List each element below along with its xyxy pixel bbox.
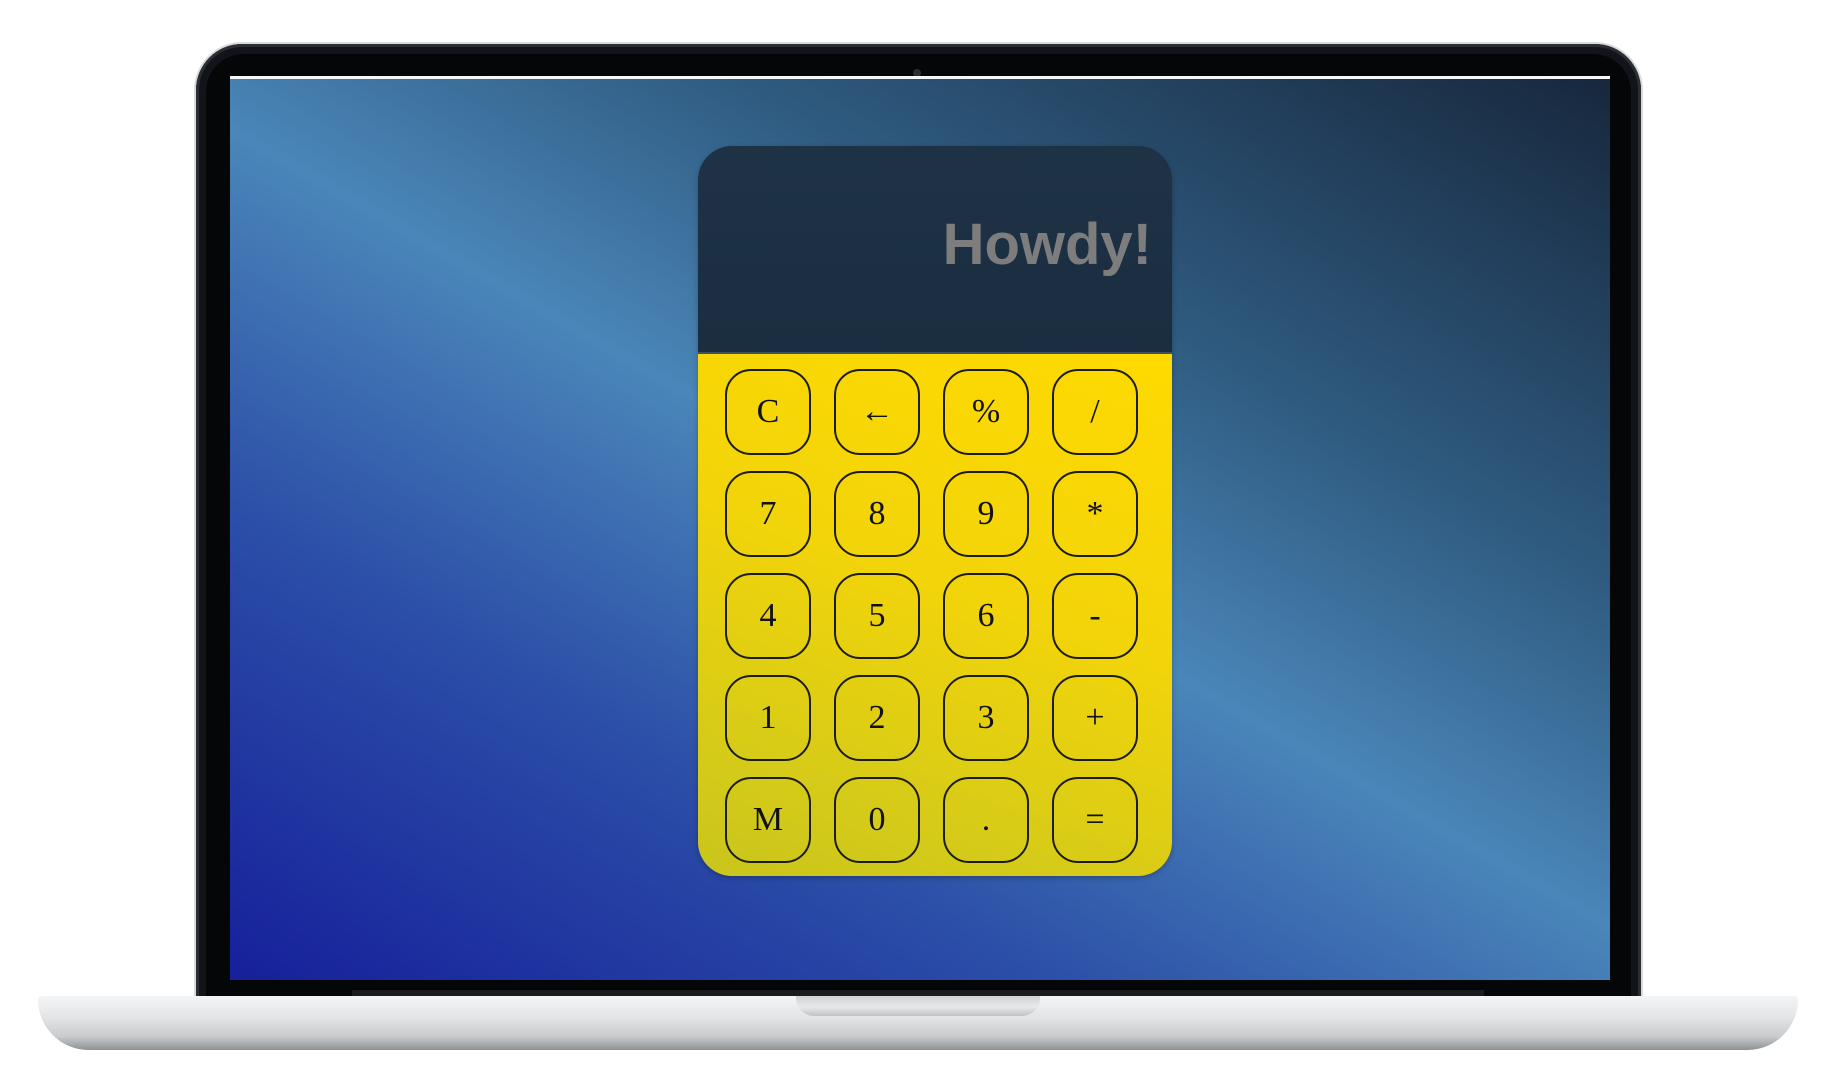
digit-5-button[interactable]: 5 bbox=[834, 573, 920, 659]
calculator-keypad: C ←% / 7 8 9 * 4 5 6- 1 2 3 + M 0. = bbox=[698, 354, 1172, 876]
keypad-grid: C ←% / 7 8 9 * 4 5 6- 1 2 3 + M 0. = bbox=[725, 369, 1138, 863]
calculator-display: Howdy! bbox=[698, 146, 1172, 354]
equals-button[interactable]: = bbox=[1052, 777, 1138, 863]
laptop-opening-notch bbox=[796, 996, 1040, 1016]
subtract-button[interactable]: - bbox=[1052, 573, 1138, 659]
percent-button[interactable]: % bbox=[943, 369, 1029, 455]
digit-3-button[interactable]: 3 bbox=[943, 675, 1029, 761]
display-text: Howdy! bbox=[942, 212, 1152, 277]
memory-button[interactable]: M bbox=[725, 777, 811, 863]
divide-button[interactable]: / bbox=[1052, 369, 1138, 455]
digit-1-button[interactable]: 1 bbox=[725, 675, 811, 761]
digit-6-button[interactable]: 6 bbox=[943, 573, 1029, 659]
multiply-button[interactable]: * bbox=[1052, 471, 1138, 557]
backspace-button[interactable]: ← bbox=[834, 369, 920, 455]
add-button[interactable]: + bbox=[1052, 675, 1138, 761]
decimal-button[interactable]: . bbox=[943, 777, 1029, 863]
calculator: Howdy! C ←% / 7 8 9 * 4 5 6- 1 2 3 + M 0. = bbox=[698, 146, 1172, 876]
digit-7-button[interactable]: 7 bbox=[725, 471, 811, 557]
digit-2-button[interactable]: 2 bbox=[834, 675, 920, 761]
digit-9-button[interactable]: 9 bbox=[943, 471, 1029, 557]
laptop-mockup: Howdy! C ←% / 7 8 9 * 4 5 6- 1 2 3 + M 0. = bbox=[0, 0, 1836, 1084]
screen-top-edge bbox=[230, 76, 1610, 79]
clear-button[interactable]: C bbox=[725, 369, 811, 455]
digit-0-button[interactable]: 0 bbox=[834, 777, 920, 863]
digit-8-button[interactable]: 8 bbox=[834, 471, 920, 557]
digit-4-button[interactable]: 4 bbox=[725, 573, 811, 659]
